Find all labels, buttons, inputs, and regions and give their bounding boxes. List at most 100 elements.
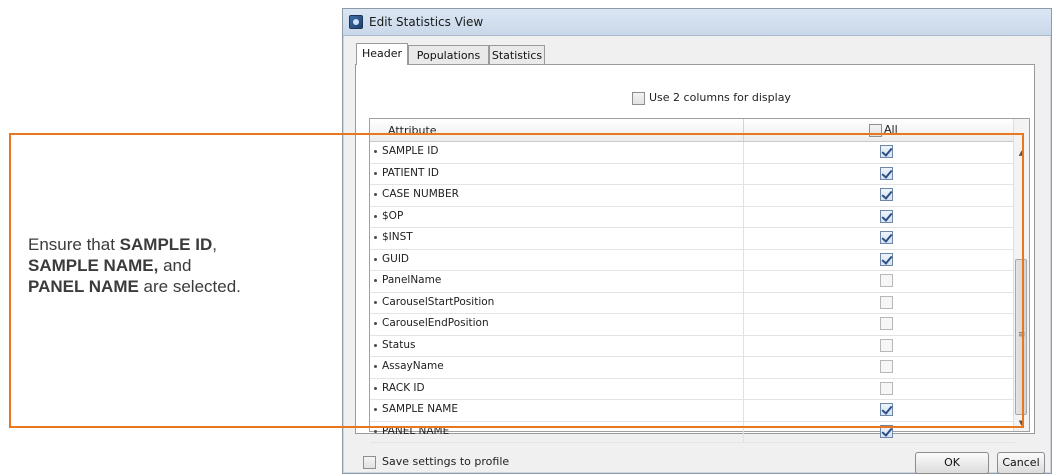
attribute-checkbox[interactable] [880,424,893,438]
tab-statistics[interactable]: Statistics [489,45,545,64]
triangle-down-icon[interactable]: ▼ [1014,416,1029,431]
instruction-part: , [212,235,217,254]
column-divider [743,185,744,206]
column-divider [743,206,744,227]
attribute-checkbox[interactable] [880,360,893,373]
attribute-name: PanelName [382,274,442,286]
attribute-name: CarouselStartPosition [382,295,495,308]
table-row[interactable]: CarouselStartPosition [370,292,1015,314]
attribute-name: SAMPLE NAME [382,403,458,415]
table-row[interactable]: PATIENT ID [370,163,1015,185]
table-rows: SAMPLE ID PATIENT ID CASE NUMBER $OP $INST GU… [370,142,1015,443]
app-icon [349,15,363,29]
scroll-thumb[interactable]: ≡ [1015,259,1027,415]
attribute-name: PANEL NAME [382,424,450,437]
use-two-columns-label: Use 2 columns for display [649,91,791,104]
table-row[interactable]: SAMPLE NAME [370,400,1015,422]
grip-icon: ≡ [1018,330,1026,340]
column-header-attribute[interactable]: Attribute [388,124,437,137]
column-divider [743,292,744,313]
attribute-checkbox[interactable] [880,403,893,416]
row-bullet [374,429,377,433]
select-all-label: All [884,123,898,136]
attribute-checkbox[interactable] [880,252,893,266]
tab-header[interactable]: Header [356,43,408,65]
attribute-checkbox[interactable] [880,231,893,244]
row-bullet [374,257,377,261]
column-divider [743,271,744,292]
edit-statistics-dialog: Edit Statistics View Header Populations … [342,8,1052,474]
column-divider [743,249,744,270]
row-bullet [374,365,377,368]
instruction-bold-sample-id: SAMPLE ID [119,235,213,254]
attribute-checkbox[interactable] [880,145,893,158]
attribute-checkbox[interactable] [880,166,893,180]
attribute-checkbox[interactable] [880,209,893,223]
column-header-all[interactable]: All [869,123,898,137]
column-divider [743,314,744,335]
attribute-checkbox[interactable] [880,338,893,352]
attribute-name: CASE NUMBER [382,188,459,200]
tab-populations[interactable]: Populations [408,45,489,64]
table-row[interactable]: SAMPLE ID [370,142,1015,164]
instruction-part: and [158,256,192,275]
table-row[interactable]: PanelName [370,271,1015,293]
table-row[interactable]: PANEL NAME [370,421,1015,443]
row-bullet [374,193,377,196]
use-two-columns-option[interactable]: Use 2 columns for display [632,91,791,105]
column-divider [743,357,744,378]
column-divider [743,142,744,163]
row-bullet [374,279,377,282]
attribute-checkbox[interactable] [880,317,893,330]
header-tab-panel: Use 2 columns for display Attribute All … [355,64,1035,443]
attribute-name: CarouselEndPosition [382,317,489,329]
row-bullet [374,343,377,347]
attribute-checkbox[interactable] [880,381,893,395]
title-bar: Edit Statistics View [343,9,1051,36]
table-row[interactable]: $INST [370,228,1015,250]
select-all-checkbox[interactable] [869,123,882,137]
table-row[interactable]: CASE NUMBER [370,185,1015,207]
save-settings-label: Save settings to profile [382,455,510,468]
attribute-name: GUID [382,252,410,265]
ok-button[interactable]: OK [915,452,989,474]
column-divider [743,335,744,356]
vertical-scrollbar[interactable]: ▲ ≡ ▼ [1013,119,1029,431]
triangle-up-icon[interactable]: ▲ [1014,146,1029,161]
dialog-title: Edit Statistics View [369,15,484,29]
cancel-button[interactable]: Cancel [997,452,1045,474]
column-divider [743,400,744,421]
row-bullet [374,408,377,411]
row-bullet [374,214,377,218]
table-row[interactable]: RACK ID [370,378,1015,400]
instruction-bold-panel-name: PANEL NAME [28,277,139,296]
table-row[interactable]: Status [370,335,1015,357]
row-bullet [374,386,377,390]
save-settings-option[interactable]: Save settings to profile [363,455,509,469]
instruction-part: are selected. [138,277,241,296]
table-row[interactable]: AssayName [370,357,1015,379]
attribute-name: AssayName [382,360,444,372]
column-divider [743,421,744,442]
table-row[interactable]: $OP [370,206,1015,228]
table-row[interactable]: CarouselEndPosition [370,314,1015,336]
use-two-columns-checkbox[interactable] [632,91,645,105]
save-settings-checkbox[interactable] [363,455,376,469]
attribute-name: $OP [382,209,404,222]
attribute-checkbox[interactable] [880,274,893,287]
row-bullet [374,236,377,239]
attribute-name: PATIENT ID [382,166,439,179]
attribute-checkbox[interactable] [880,188,893,201]
column-divider [743,163,744,184]
instruction-text: Ensure that SAMPLE ID, SAMPLE NAME, and … [28,234,328,297]
instruction-bold-sample-name: SAMPLE NAME, [28,256,159,275]
attribute-checkbox[interactable] [880,295,893,309]
attribute-name: RACK ID [382,381,425,394]
attribute-name: Status [382,338,416,351]
row-bullet [374,150,377,153]
column-divider [743,119,744,141]
instruction-part: Ensure that [28,235,120,254]
row-bullet [374,171,377,175]
table-row[interactable]: GUID [370,249,1015,271]
column-divider [743,378,744,399]
